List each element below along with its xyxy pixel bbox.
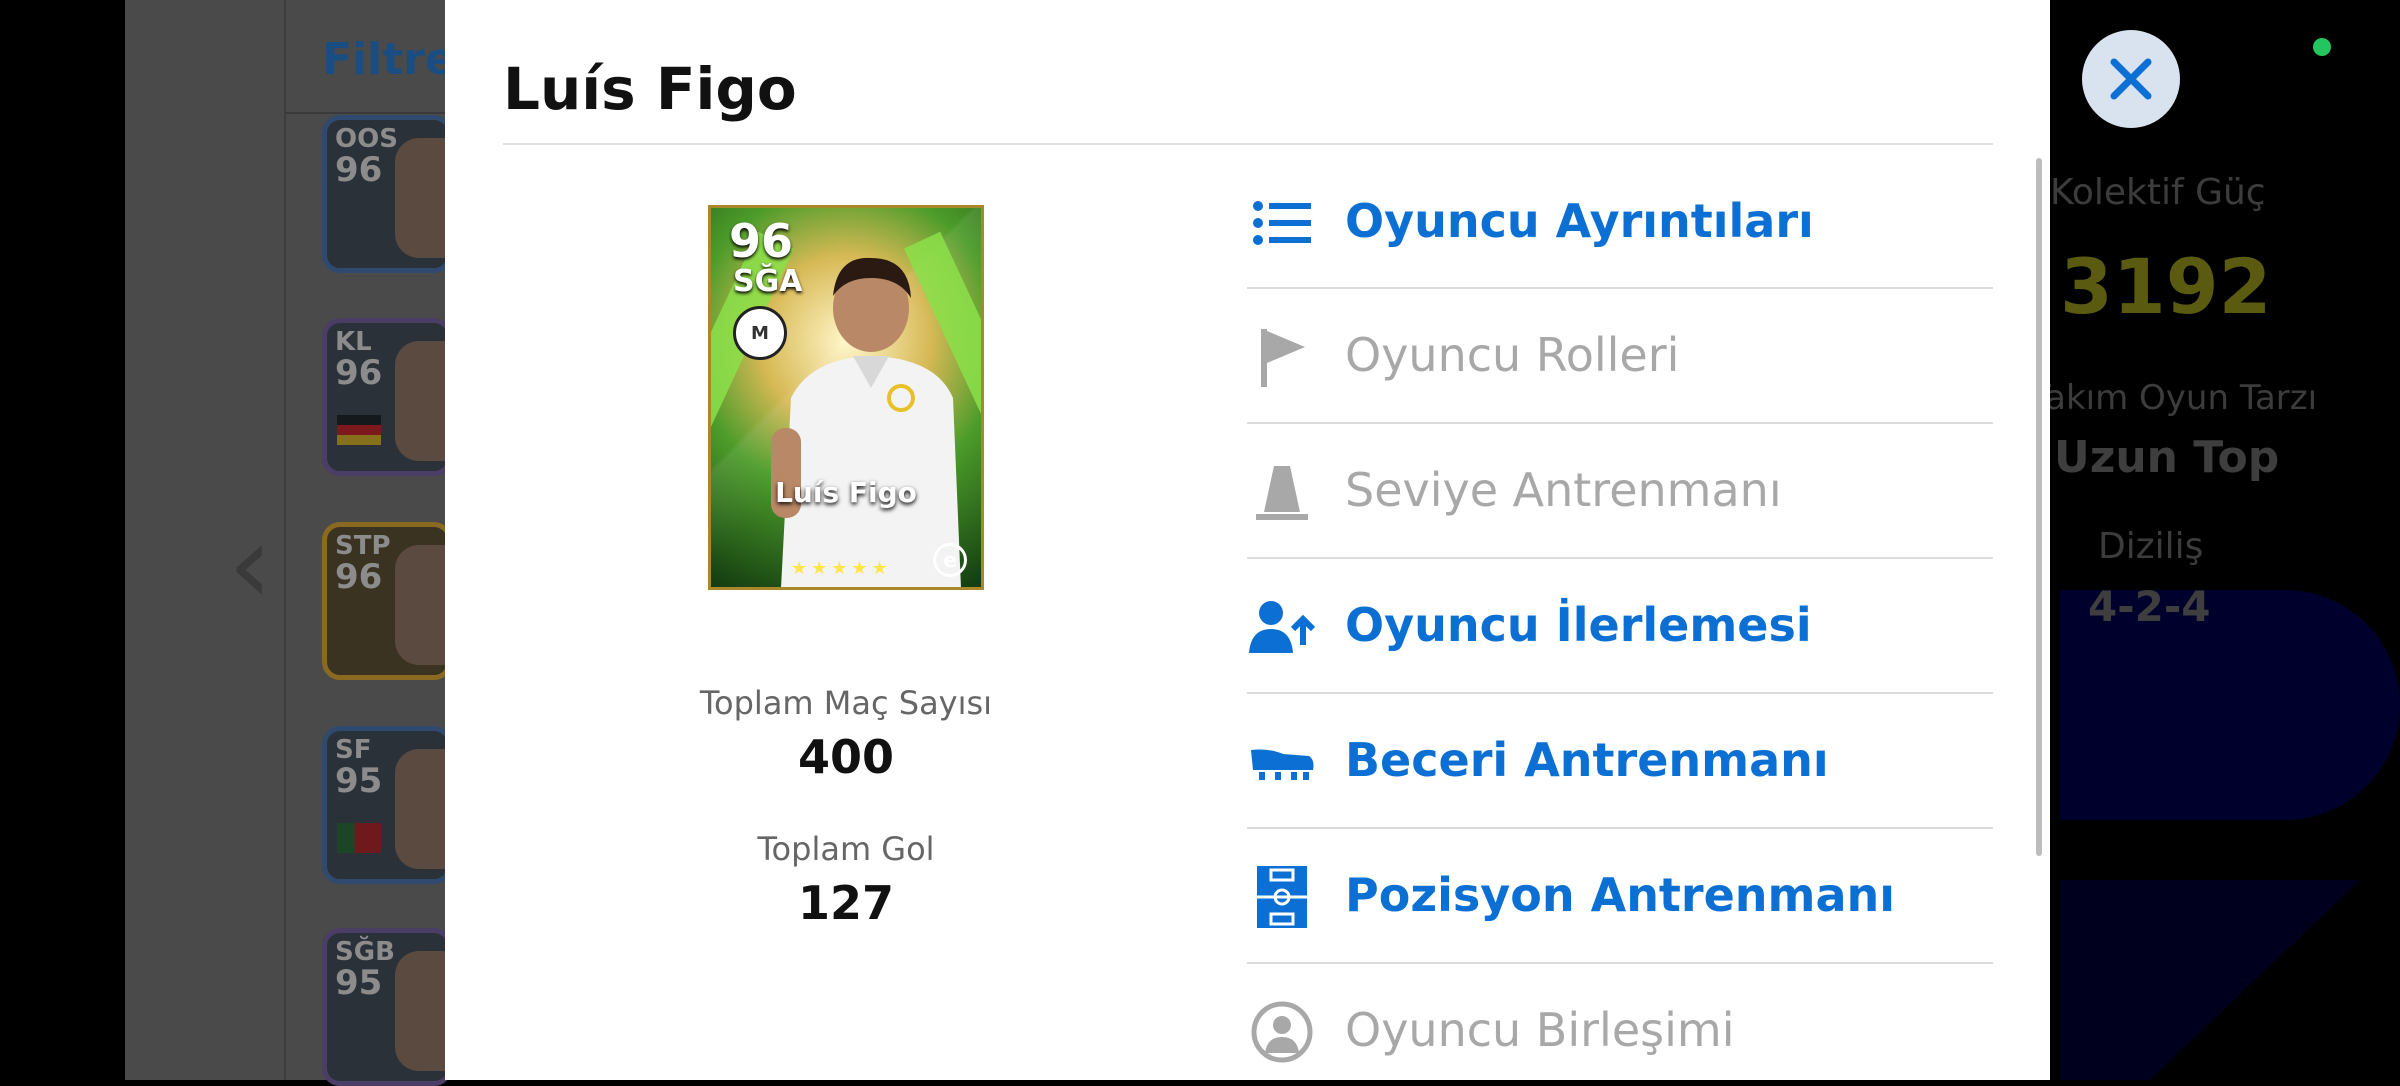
menu-level-training[interactable]: Seviye Antrenmanı (1247, 427, 1993, 561)
card-rating: 96 (335, 150, 383, 190)
menu-skill-training[interactable]: Beceri Antrenmanı (1247, 697, 1993, 831)
menu-divider (1247, 827, 1993, 829)
card-position: SĞA (733, 264, 803, 299)
card-player-name: Luís Figo (775, 476, 917, 509)
player-portrait (395, 138, 447, 258)
player-card-thumb[interactable]: STP 96 (322, 522, 452, 680)
background-left (0, 0, 125, 1080)
player-upgrade-icon (1247, 592, 1317, 662)
close-button[interactable] (2082, 30, 2180, 128)
menu-position-training[interactable]: Pozisyon Antrenmanı (1247, 832, 1993, 966)
total-matches-label: Toplam Maç Sayısı (699, 684, 993, 722)
formation-label: Diziliş (2098, 526, 2204, 567)
team-strength-value: 3192 (2060, 242, 2272, 331)
filter-button[interactable]: Filtre (322, 34, 455, 85)
menu-label: Beceri Antrenmanı (1345, 733, 1829, 787)
player-card[interactable]: 96 SĞA M Luís Figo ★★★★★ e (708, 205, 984, 590)
menu-label: Oyuncu Ayrıntıları (1345, 194, 1814, 248)
playstyle-value: Uzun Top (2054, 432, 2280, 483)
card-rating: 95 (335, 761, 383, 801)
flag-icon (1247, 322, 1317, 392)
menu-label: Oyuncu Birleşimi (1345, 1003, 1735, 1057)
pitch-icon (1247, 862, 1317, 932)
filter-divider (285, 112, 445, 114)
playstyle-label: Takım Oyun Tarzı (2030, 378, 2318, 418)
title-divider (503, 143, 1993, 145)
player-portrait (771, 257, 961, 587)
player-card-thumb[interactable]: SF 95 (322, 726, 452, 884)
card-stars: ★★★★★ (791, 558, 892, 579)
total-matches-value: 400 (797, 730, 895, 784)
list-separator (284, 0, 286, 1080)
team-strength-label: Kolektif Güç (2050, 172, 2266, 213)
player-menu-dialog: Luís Figo 96 SĞA M Luís Figo ★★★★★ e Top… (445, 0, 2050, 1080)
player-portrait (395, 545, 447, 665)
club-badge-icon: M (733, 306, 787, 360)
germany-flag-icon (337, 415, 381, 445)
player-portrait (395, 951, 447, 1071)
menu-divider (1247, 962, 1993, 964)
status-indicator (2313, 38, 2331, 56)
list-icon (1247, 188, 1317, 258)
efootball-logo-icon: e (933, 543, 967, 577)
total-goals-label: Toplam Gol (757, 830, 935, 868)
card-rating: 96 (335, 557, 383, 597)
menu-divider (1247, 557, 1993, 559)
chevron-left-icon[interactable]: ‹ (228, 500, 272, 628)
menu-divider (1247, 287, 1993, 289)
close-icon (2110, 58, 2152, 100)
formation-value: 4-2-4 (2088, 582, 2211, 631)
menu-label: Pozisyon Antrenmanı (1345, 868, 1896, 922)
menu-divider (1247, 422, 1993, 424)
scrollbar[interactable] (2036, 158, 2042, 856)
player-card-thumb[interactable]: KL 96 (322, 318, 452, 476)
page-title: Luís Figo (503, 55, 797, 123)
menu-player-roles[interactable]: Oyuncu Rolleri (1247, 292, 1993, 426)
total-goals-value: 127 (797, 876, 895, 930)
player-card-thumb[interactable]: OOS 96 (322, 115, 452, 273)
card-rating: 96 (729, 214, 794, 268)
boot-icon (1247, 727, 1317, 797)
menu-player-progression[interactable]: Oyuncu İlerlemesi (1247, 562, 1993, 696)
player-portrait (395, 749, 447, 869)
player-card-thumb[interactable]: SĞB 95 (322, 928, 452, 1086)
menu-player-details[interactable]: Oyuncu Ayrıntıları (1247, 158, 1993, 292)
menu-divider (1247, 692, 1993, 694)
menu-label: Oyuncu Rolleri (1345, 328, 1680, 382)
player-portrait (395, 341, 447, 461)
card-rating: 96 (335, 353, 383, 393)
menu-label: Seviye Antrenmanı (1345, 463, 1782, 517)
portugal-flag-icon (337, 823, 381, 853)
menu-label: Oyuncu İlerlemesi (1345, 598, 1812, 652)
card-rating: 95 (335, 963, 383, 1003)
training-cone-icon (1247, 457, 1317, 527)
menu-player-merge[interactable]: Oyuncu Birleşimi (1247, 967, 1993, 1080)
player-merge-icon (1247, 997, 1317, 1067)
